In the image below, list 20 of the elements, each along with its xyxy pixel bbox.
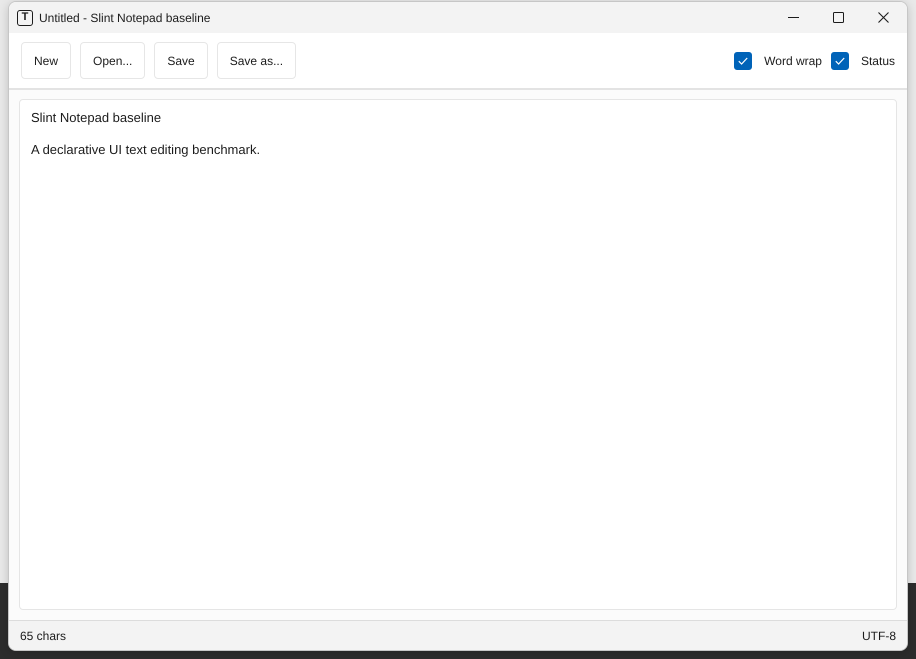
toolbar-button[interactable]: New (21, 42, 72, 79)
checkbox-label: Word wrap (764, 54, 822, 68)
toolbar-button[interactable]: Open... (80, 42, 146, 79)
checkbox[interactable] (734, 52, 752, 70)
character-count: 65 chars (20, 628, 66, 642)
app-logo: T (17, 10, 33, 26)
checkmark-icon (738, 56, 748, 64)
checkbox[interactable] (830, 52, 849, 70)
encoding-label: UTF-8 (862, 628, 896, 642)
checkbox-label: Status (860, 54, 895, 68)
close-icon (878, 12, 889, 23)
window-title: Untitled - Slint Notepad baseline (39, 10, 210, 24)
editor-text-line: A declarative UI text editing benchmark. (31, 142, 260, 158)
toolbar-button[interactable]: Save (154, 42, 208, 79)
editor-text-line: Slint Notepad baseline (31, 110, 162, 126)
toolbar-button[interactable]: Save as... (216, 42, 296, 79)
text-editor-field[interactable]: Slint Notepad baseline A declarative UI text editing benchmark. (19, 99, 897, 610)
maximize-icon (833, 12, 844, 23)
minimize-icon (788, 17, 799, 18)
checkmark-icon (834, 56, 845, 64)
